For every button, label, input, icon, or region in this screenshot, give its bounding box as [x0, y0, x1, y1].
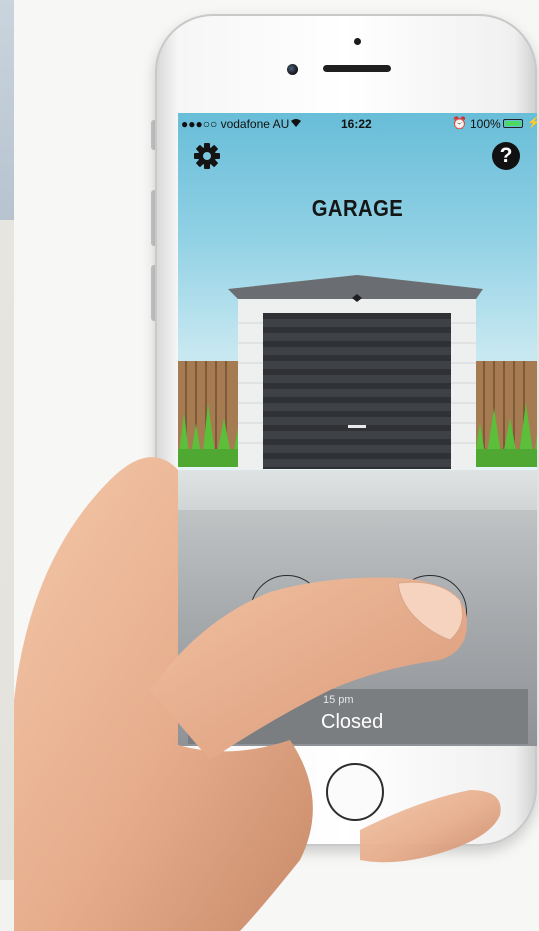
- settings-button[interactable]: [192, 141, 222, 171]
- open-door-button[interactable]: [250, 575, 324, 649]
- page-title: GARAGE: [311, 195, 404, 221]
- door-handle: [348, 425, 366, 428]
- close-door-button[interactable]: [393, 575, 467, 649]
- help-button[interactable]: ?: [492, 142, 520, 170]
- door-state-label: Closed: [321, 711, 384, 733]
- last-updated-time: 15 pm: [323, 694, 354, 706]
- question-icon: ?: [499, 144, 513, 167]
- earpiece-speaker: [323, 65, 391, 72]
- battery-percent: 100%: [470, 117, 501, 131]
- garage-illustration: [178, 275, 537, 469]
- home-button[interactable]: [326, 763, 384, 821]
- clock-label: 16:22: [341, 117, 372, 131]
- charging-icon: ⚡: [527, 117, 537, 129]
- app-screen: ●●●○○ vodafone AU 16:22 ⏰ 100% ⚡ ? GARAG…: [178, 113, 537, 746]
- background-wall: [0, 0, 14, 931]
- door-status-panel: 15 pm Closed: [188, 689, 528, 744]
- gear-icon: [194, 143, 220, 169]
- battery-icon: [503, 119, 523, 128]
- wifi-icon: [290, 117, 302, 131]
- front-camera: [287, 64, 298, 75]
- status-bar: ●●●○○ vodafone AU 16:22 ⏰ 100% ⚡: [178, 113, 537, 135]
- garage-door: [263, 313, 451, 469]
- proximity-sensor: [354, 38, 361, 45]
- carrier-label: ●●●○○ vodafone AU: [181, 117, 290, 131]
- alarm-icon: ⏰: [452, 116, 467, 130]
